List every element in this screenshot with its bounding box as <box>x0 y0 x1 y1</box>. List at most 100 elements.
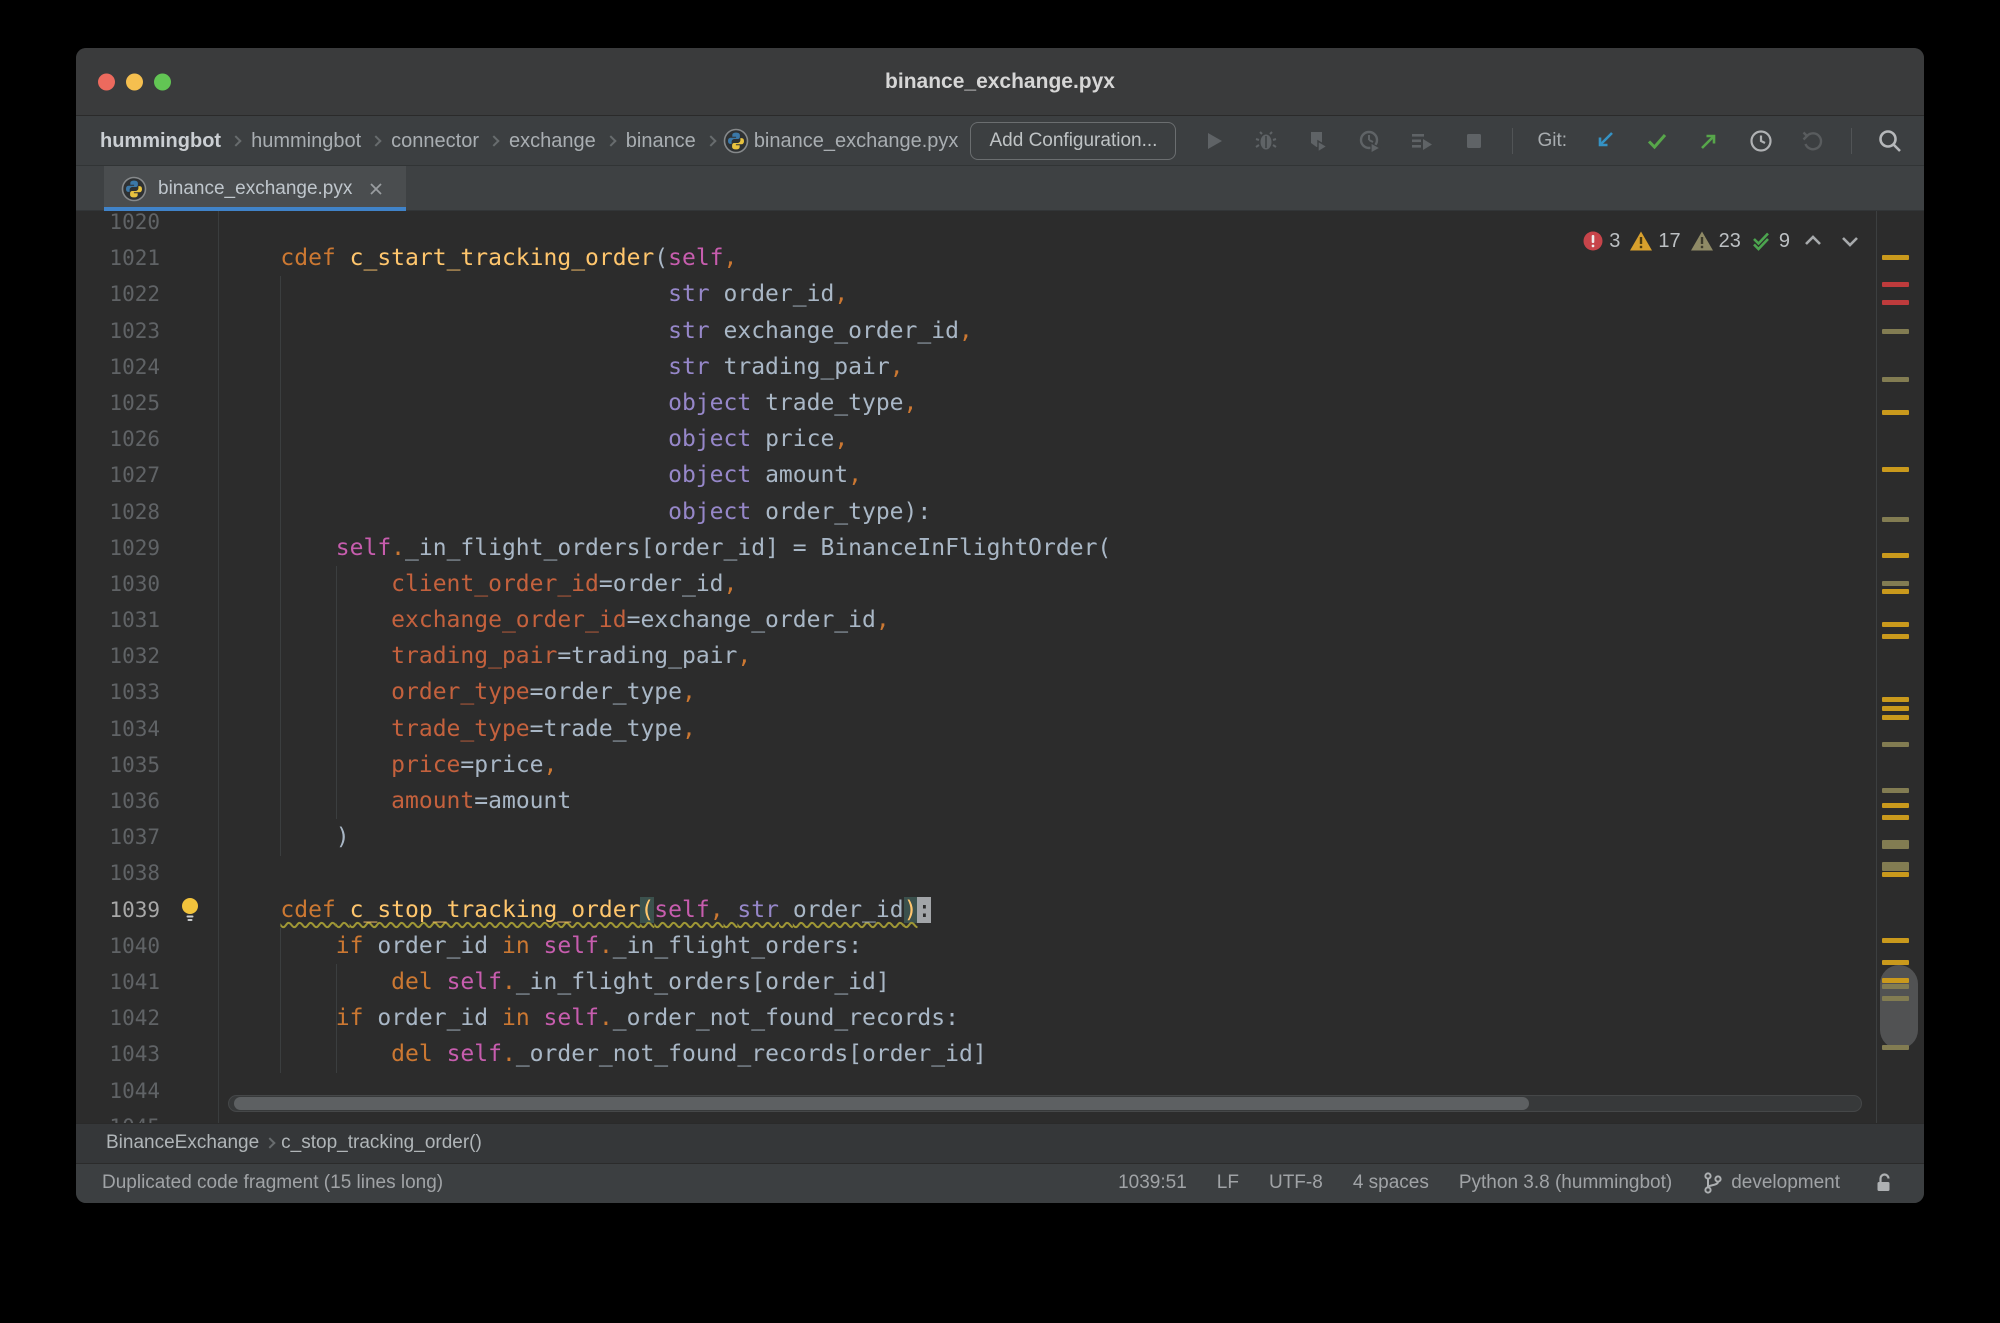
code-line-1032[interactable]: 1032 trading_pair=trading_pair, <box>76 638 1876 674</box>
breadcrumb-item[interactable]: binance <box>626 130 696 153</box>
breadcrumb-class[interactable]: BinanceExchange <box>106 1132 259 1154</box>
breadcrumb-file[interactable]: binance_exchange.pyx <box>754 130 959 153</box>
stripe-mark[interactable] <box>1882 697 1909 702</box>
line-number[interactable]: 1024 <box>76 349 160 385</box>
history-icon[interactable] <box>1747 127 1775 155</box>
stripe-mark[interactable] <box>1882 960 1909 965</box>
breadcrumb-item[interactable]: exchange <box>509 130 596 153</box>
stripe-mark[interactable] <box>1882 862 1909 871</box>
line-number[interactable]: 1042 <box>76 1000 160 1036</box>
close-icon[interactable] <box>362 175 390 203</box>
stripe-mark[interactable] <box>1882 840 1909 849</box>
line-number[interactable]: 1026 <box>76 421 160 457</box>
code-line-1024[interactable]: 1024 str trading_pair, <box>76 349 1876 385</box>
weak-warning-count[interactable]: 23 <box>1690 230 1741 253</box>
close-window-button[interactable] <box>98 74 115 91</box>
error-count[interactable]: 3 <box>1582 230 1620 253</box>
git-push-icon[interactable] <box>1695 127 1723 155</box>
stripe-mark[interactable] <box>1882 581 1909 586</box>
run-icon[interactable] <box>1200 127 1228 155</box>
stripe-mark[interactable] <box>1882 377 1909 382</box>
python-interpreter[interactable]: Python 3.8 (hummingbot) <box>1459 1172 1672 1194</box>
unlocked-icon[interactable] <box>1870 1169 1898 1197</box>
line-ending[interactable]: LF <box>1217 1172 1239 1194</box>
code-line-1040[interactable]: 1040 if order_id in self._in_flight_orde… <box>76 928 1876 964</box>
stripe-mark[interactable] <box>1882 715 1909 720</box>
minimize-window-button[interactable] <box>126 74 143 91</box>
error-stripe[interactable] <box>1876 211 1924 1123</box>
intention-bulb-icon[interactable] <box>178 896 202 924</box>
line-number[interactable]: 1029 <box>76 530 160 566</box>
stripe-mark[interactable] <box>1882 517 1909 522</box>
line-number[interactable]: 1039 <box>76 892 160 928</box>
stripe-mark[interactable] <box>1882 282 1909 287</box>
add-configuration-button[interactable]: Add Configuration... <box>970 122 1176 160</box>
horizontal-scrollbar-thumb[interactable] <box>234 1097 1529 1110</box>
code-line-1042[interactable]: 1042 if order_id in self._order_not_foun… <box>76 1000 1876 1036</box>
profiler-icon[interactable] <box>1356 127 1384 155</box>
run-with-parameters-icon[interactable] <box>1408 127 1436 155</box>
line-number[interactable]: 1022 <box>76 276 160 312</box>
breadcrumb-method[interactable]: c_stop_tracking_order() <box>281 1132 482 1154</box>
line-number[interactable]: 1028 <box>76 494 160 530</box>
line-number[interactable]: 1041 <box>76 964 160 1000</box>
line-number[interactable]: 1031 <box>76 602 160 638</box>
code-line-1029[interactable]: 1029 self._in_flight_orders[order_id] = … <box>76 530 1876 566</box>
stripe-mark[interactable] <box>1882 1045 1909 1050</box>
stripe-mark[interactable] <box>1882 984 1909 989</box>
stripe-mark[interactable] <box>1882 788 1909 793</box>
code-line-1028[interactable]: 1028 object order_type): <box>76 494 1876 530</box>
code-line-1035[interactable]: 1035 price=price, <box>76 747 1876 783</box>
git-branch-widget[interactable]: development <box>1702 1171 1840 1195</box>
stripe-mark[interactable] <box>1882 553 1909 558</box>
breadcrumb-project[interactable]: hummingbot <box>100 130 221 153</box>
code-line-1043[interactable]: 1043 del self._order_not_found_records[o… <box>76 1036 1876 1072</box>
stripe-mark[interactable] <box>1882 996 1909 1001</box>
line-number[interactable]: 1025 <box>76 385 160 421</box>
next-problem-icon[interactable] <box>1836 227 1864 255</box>
stripe-mark[interactable] <box>1882 815 1909 820</box>
status-message[interactable]: Duplicated code fragment (15 lines long) <box>102 1172 443 1194</box>
stripe-mark[interactable] <box>1882 938 1909 943</box>
code-line-1025[interactable]: 1025 object trade_type, <box>76 385 1876 421</box>
code-line-1027[interactable]: 1027 object amount, <box>76 457 1876 493</box>
line-number[interactable]: 1045 <box>76 1109 160 1123</box>
line-number[interactable]: 1038 <box>76 855 160 891</box>
stripe-mark[interactable] <box>1882 706 1909 711</box>
line-number[interactable]: 1040 <box>76 928 160 964</box>
line-number[interactable]: 1044 <box>76 1073 160 1109</box>
stripe-mark[interactable] <box>1882 872 1909 877</box>
breadcrumb-item[interactable]: connector <box>391 130 479 153</box>
debug-icon[interactable] <box>1252 127 1280 155</box>
code-line-1026[interactable]: 1026 object price, <box>76 421 1876 457</box>
stripe-mark[interactable] <box>1882 589 1909 594</box>
git-commit-icon[interactable] <box>1643 127 1671 155</box>
line-number[interactable]: 1032 <box>76 638 160 674</box>
code-editor[interactable]: 10201021 cdef c_start_tracking_order(sel… <box>76 211 1876 1123</box>
stripe-mark[interactable] <box>1882 300 1909 305</box>
code-line-1030[interactable]: 1030 client_order_id=order_id, <box>76 566 1876 602</box>
line-number[interactable]: 1021 <box>76 240 160 276</box>
code-line-1034[interactable]: 1034 trade_type=trade_type, <box>76 711 1876 747</box>
line-number[interactable]: 1027 <box>76 457 160 493</box>
stripe-mark[interactable] <box>1882 467 1909 472</box>
code-line-1038[interactable]: 1038 <box>76 855 1876 891</box>
stripe-mark[interactable] <box>1882 255 1909 260</box>
git-update-icon[interactable] <box>1591 127 1619 155</box>
line-number[interactable]: 1023 <box>76 313 160 349</box>
warning-count[interactable]: 17 <box>1629 230 1680 253</box>
code-line-1023[interactable]: 1023 str exchange_order_id, <box>76 313 1876 349</box>
line-number[interactable]: 1034 <box>76 711 160 747</box>
stripe-mark[interactable] <box>1882 978 1909 983</box>
breadcrumb-item[interactable]: hummingbot <box>251 130 361 153</box>
code-line-1037[interactable]: 1037 ) <box>76 819 1876 855</box>
zoom-window-button[interactable] <box>154 74 171 91</box>
code-line-1039[interactable]: 1039 cdef c_stop_tracking_order(self, st… <box>76 892 1876 928</box>
stripe-mark[interactable] <box>1882 329 1909 334</box>
previous-problem-icon[interactable] <box>1799 227 1827 255</box>
horizontal-scrollbar[interactable] <box>228 1095 1862 1112</box>
line-number[interactable]: 1037 <box>76 819 160 855</box>
stripe-mark[interactable] <box>1882 622 1909 627</box>
code-line-1033[interactable]: 1033 order_type=order_type, <box>76 674 1876 710</box>
caret-position[interactable]: 1039:51 <box>1118 1172 1187 1194</box>
